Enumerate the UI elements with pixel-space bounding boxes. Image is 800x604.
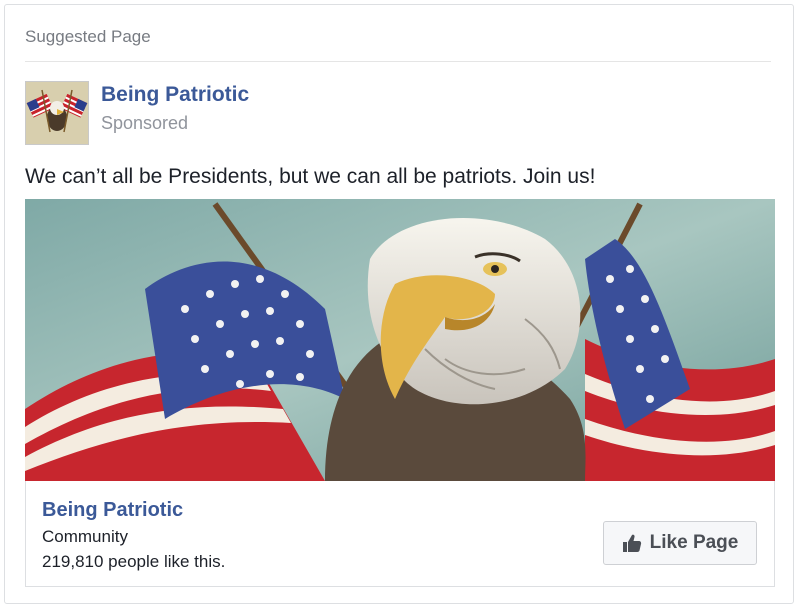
eagle-flags-icon: [26, 82, 88, 144]
header-divider: [25, 61, 771, 62]
sponsored-label: Sponsored: [101, 113, 189, 133]
page-category: Community: [42, 527, 128, 546]
like-page-button[interactable]: Like Page: [603, 521, 757, 565]
page-like-count: 219,810 people like this.: [42, 552, 226, 571]
card-header: Suggested Page: [25, 27, 151, 46]
attachment-page-name-link[interactable]: Being Patriotic: [42, 499, 183, 522]
thumbs-up-icon: [622, 534, 641, 552]
page-avatar[interactable]: [25, 81, 89, 145]
suggested-page-card: Suggested Page Being Patriotic Sponsored…: [4, 4, 794, 604]
page-name-link[interactable]: Being Patriotic: [101, 83, 249, 107]
like-page-button-label: Like Page: [649, 532, 739, 553]
post-text: We can’t all be Presidents, but we can a…: [25, 165, 596, 188]
eagle-flags-illustration: [25, 199, 775, 481]
post-image[interactable]: [25, 199, 775, 481]
page-attachment: Being Patriotic Community 219,810 people…: [25, 481, 775, 587]
